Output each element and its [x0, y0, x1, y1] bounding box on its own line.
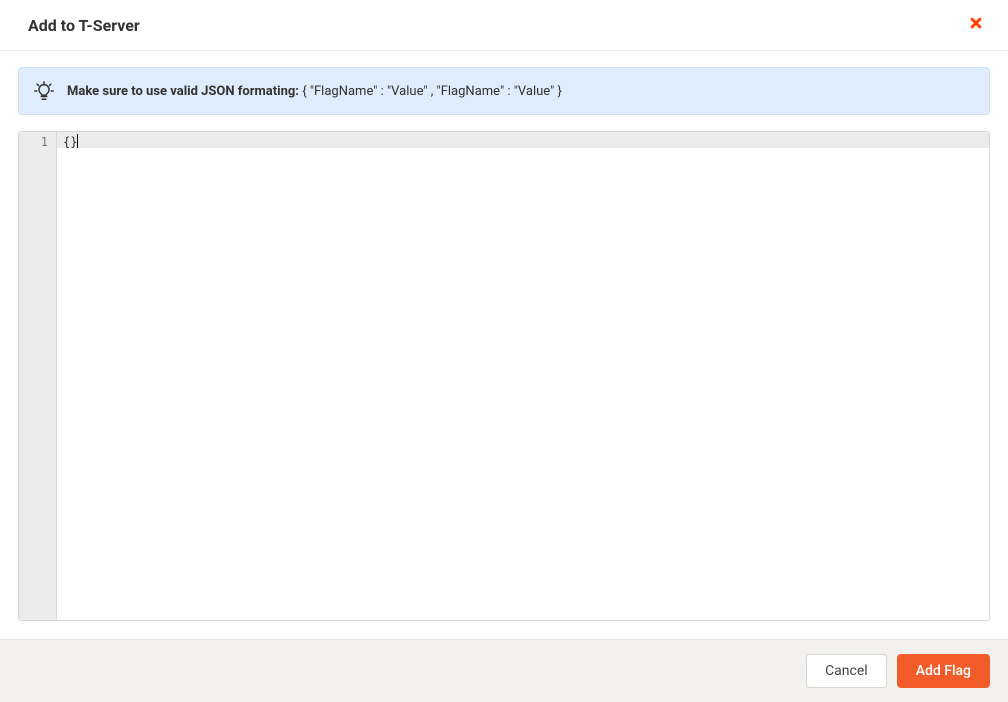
- info-banner: Make sure to use valid JSON formating: {…: [18, 67, 990, 115]
- modal-body: Make sure to use valid JSON formating: {…: [0, 51, 1008, 639]
- info-banner-text: Make sure to use valid JSON formating: {…: [67, 84, 562, 99]
- add-flag-button[interactable]: Add Flag: [897, 654, 990, 688]
- editor-gutter: 1: [19, 132, 57, 620]
- text-cursor: [77, 134, 78, 148]
- info-banner-example: { "FlagName" : "Value" , "FlagName" : "V…: [302, 84, 562, 99]
- close-icon: [968, 15, 984, 31]
- close-button[interactable]: [964, 14, 988, 36]
- cancel-button[interactable]: Cancel: [806, 654, 887, 688]
- line-number: 1: [23, 134, 48, 150]
- modal-header: Add to T-Server: [0, 0, 1008, 51]
- lightbulb-icon: [33, 80, 55, 102]
- modal-footer: Cancel Add Flag: [0, 639, 1008, 702]
- info-banner-bold: Make sure to use valid JSON formating:: [67, 84, 302, 99]
- editor-content-text: {}: [63, 135, 77, 149]
- editor-area[interactable]: {}: [57, 132, 989, 620]
- code-editor[interactable]: 1 {}: [18, 131, 990, 621]
- modal-title: Add to T-Server: [28, 16, 140, 35]
- editor-content: {}: [57, 132, 989, 152]
